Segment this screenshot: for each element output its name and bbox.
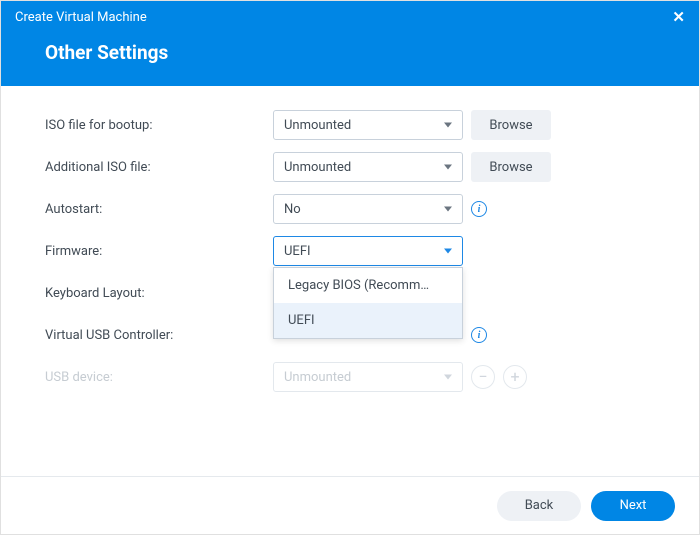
- firmware-dropdown-wrap: UEFI Legacy BIOS (Recomm… UEFI: [273, 236, 463, 266]
- browse-iso-button[interactable]: Browse: [471, 110, 551, 140]
- select-firmware-value: UEFI: [284, 244, 311, 259]
- firmware-dropdown-panel: Legacy BIOS (Recomm… UEFI: [273, 267, 463, 339]
- select-additional-iso[interactable]: Unmounted: [273, 152, 463, 182]
- label-additional-iso: Additional ISO file:: [45, 160, 273, 175]
- back-button[interactable]: Back: [497, 491, 581, 521]
- firmware-option-uefi[interactable]: UEFI: [274, 303, 462, 338]
- label-usb-controller: Virtual USB Controller:: [45, 328, 273, 343]
- select-autostart[interactable]: No: [273, 194, 463, 224]
- label-iso-bootup: ISO file for bootup:: [45, 118, 273, 133]
- select-firmware[interactable]: UEFI: [273, 236, 463, 266]
- chevron-down-icon: [444, 249, 452, 254]
- row-iso-bootup: ISO file for bootup: Unmounted Browse: [45, 110, 655, 140]
- chevron-down-icon: [444, 207, 452, 212]
- remove-usb-button: −: [471, 365, 495, 389]
- page-title: Other Settings: [1, 33, 699, 86]
- chevron-down-icon: [444, 123, 452, 128]
- select-autostart-value: No: [284, 202, 301, 217]
- select-usb-device-value: Unmounted: [284, 370, 351, 385]
- chevron-down-icon: [444, 165, 452, 170]
- row-usb-device: USB device: Unmounted − +: [45, 362, 655, 392]
- row-autostart: Autostart: No i: [45, 194, 655, 224]
- row-firmware: Firmware: UEFI Legacy BIOS (Recomm… UEFI: [45, 236, 655, 266]
- chevron-down-icon: [444, 375, 452, 380]
- footer: Back Next: [1, 476, 699, 534]
- add-usb-button: +: [503, 365, 527, 389]
- firmware-option-legacy[interactable]: Legacy BIOS (Recomm…: [274, 268, 462, 303]
- select-iso-bootup-value: Unmounted: [284, 118, 351, 133]
- label-keyboard: Keyboard Layout:: [45, 286, 273, 301]
- select-usb-device: Unmounted: [273, 362, 463, 392]
- window-title: Create Virtual Machine: [15, 10, 147, 25]
- form-content: ISO file for bootup: Unmounted Browse Ad…: [1, 86, 699, 392]
- titlebar: Create Virtual Machine ✕: [1, 1, 699, 33]
- next-button[interactable]: Next: [591, 491, 675, 521]
- select-additional-iso-value: Unmounted: [284, 160, 351, 175]
- browse-additional-iso-button[interactable]: Browse: [471, 152, 551, 182]
- info-icon[interactable]: i: [471, 201, 487, 217]
- label-autostart: Autostart:: [45, 202, 273, 217]
- close-icon[interactable]: ✕: [672, 8, 685, 26]
- info-icon[interactable]: i: [471, 327, 487, 343]
- label-usb-device: USB device:: [45, 370, 273, 385]
- label-firmware: Firmware:: [45, 244, 273, 259]
- row-additional-iso: Additional ISO file: Unmounted Browse: [45, 152, 655, 182]
- select-iso-bootup[interactable]: Unmounted: [273, 110, 463, 140]
